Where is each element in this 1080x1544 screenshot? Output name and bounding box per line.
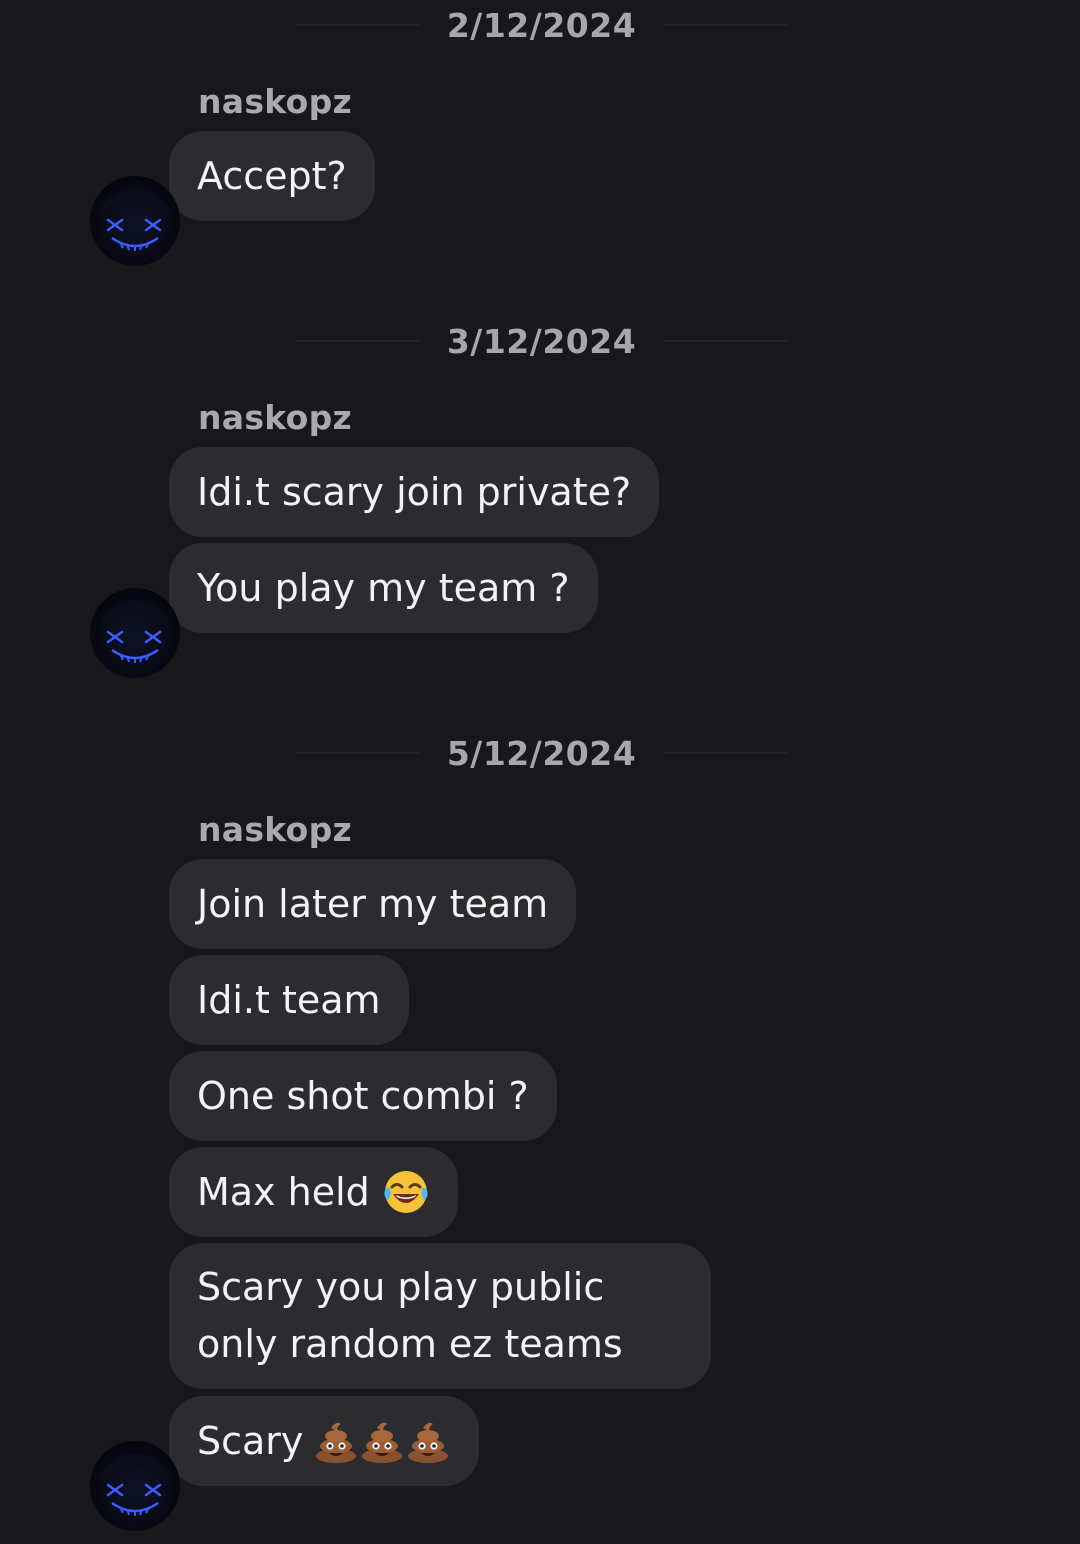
date-divider: 3/12/2024: [295, 321, 788, 361]
divider-line: [295, 24, 419, 26]
avatar-mask-icon: [100, 1453, 170, 1516]
message-bubble[interactable]: Idi.t scary join private?: [169, 447, 660, 537]
message-bubble[interactable]: Scary: [169, 1396, 480, 1486]
date-label: 3/12/2024: [446, 321, 637, 361]
message-bubble[interactable]: Scary you play public only random ez tea…: [169, 1243, 711, 1389]
avatar-mask-icon: [100, 188, 170, 251]
message-text: Max held: [197, 1170, 370, 1214]
avatar[interactable]: [90, 588, 180, 678]
pile-of-poo-icon: [405, 1418, 451, 1464]
avatar-mask-icon: [100, 600, 170, 663]
message-bubble[interactable]: One shot combi ?: [169, 1051, 557, 1141]
avatar[interactable]: [90, 1441, 180, 1531]
divider-line: [664, 752, 788, 754]
chat-thread: 2/12/2024 naskopz Accept? 3/12/2024 nask…: [0, 0, 1080, 1544]
message-bubble[interactable]: Join later my team: [169, 859, 577, 949]
date-divider: 2/12/2024: [295, 5, 788, 45]
date-label: 2/12/2024: [446, 5, 637, 45]
face-with-tears-of-joy-icon: [382, 1168, 430, 1216]
date-label: 5/12/2024: [446, 733, 637, 773]
divider-line: [295, 340, 419, 342]
message-bubble[interactable]: Idi.t team: [169, 955, 409, 1045]
message-bubble[interactable]: Max held: [169, 1147, 458, 1237]
divider-line: [664, 24, 788, 26]
pile-of-poo-icon: [313, 1418, 359, 1464]
message-bubble[interactable]: Accept?: [169, 131, 375, 221]
pile-of-poo-icon: [359, 1418, 405, 1464]
divider-line: [295, 752, 419, 754]
sender-name[interactable]: naskopz: [198, 810, 352, 849]
date-divider: 5/12/2024: [295, 733, 788, 773]
divider-line: [664, 340, 788, 342]
sender-name[interactable]: naskopz: [198, 398, 352, 437]
message-bubble[interactable]: You play my team ?: [169, 543, 598, 633]
avatar[interactable]: [90, 176, 180, 266]
sender-name[interactable]: naskopz: [198, 82, 352, 121]
message-text: Scary: [197, 1419, 304, 1463]
